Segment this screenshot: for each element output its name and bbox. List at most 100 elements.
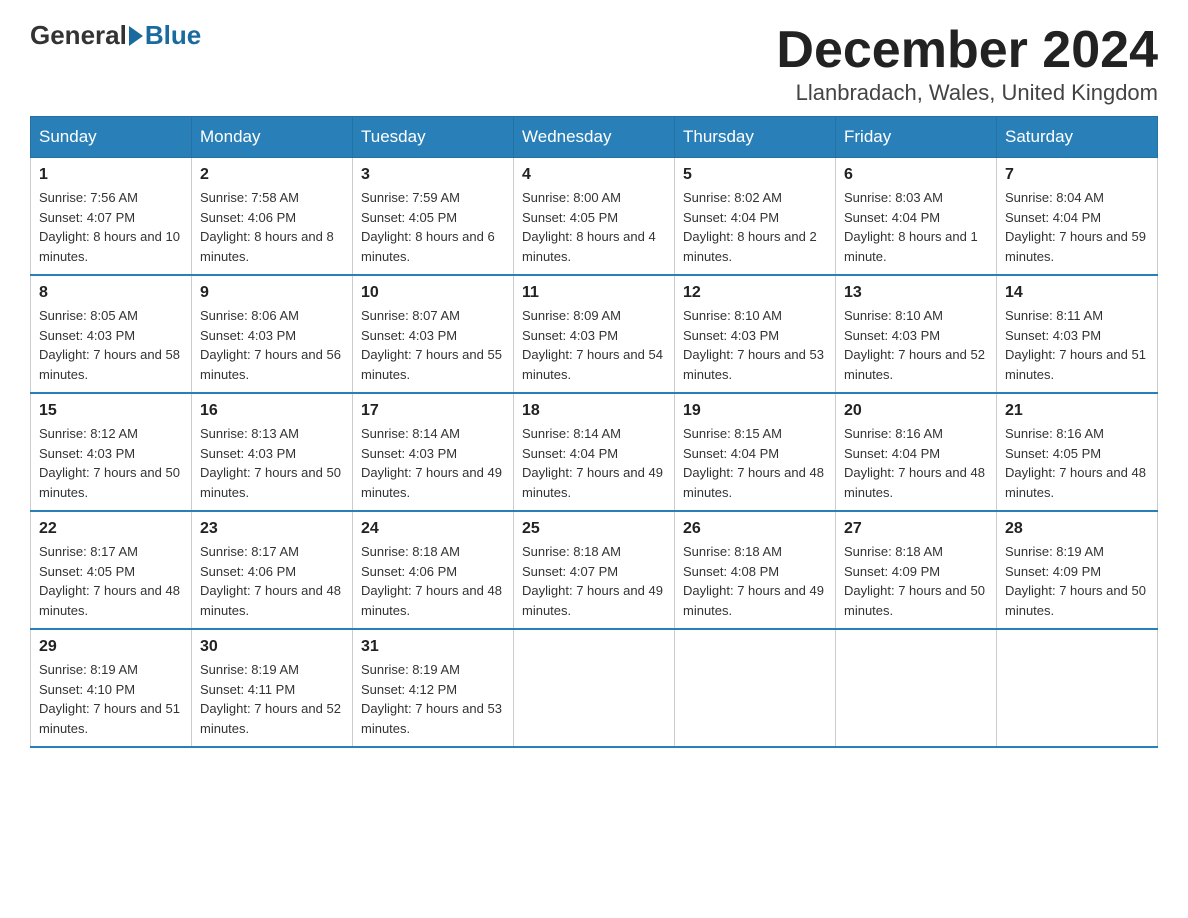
day-info: Sunrise: 8:18 AM Sunset: 4:09 PM Dayligh… xyxy=(844,544,985,618)
day-number: 23 xyxy=(200,520,344,538)
calendar-cell: 21 Sunrise: 8:16 AM Sunset: 4:05 PM Dayl… xyxy=(997,393,1158,511)
month-title: December 2024 xyxy=(776,20,1158,80)
weekday-header-friday: Friday xyxy=(836,117,997,158)
day-info: Sunrise: 8:18 AM Sunset: 4:08 PM Dayligh… xyxy=(683,544,824,618)
day-info: Sunrise: 8:18 AM Sunset: 4:06 PM Dayligh… xyxy=(361,544,502,618)
calendar-cell: 14 Sunrise: 8:11 AM Sunset: 4:03 PM Dayl… xyxy=(997,275,1158,393)
day-info: Sunrise: 8:00 AM Sunset: 4:05 PM Dayligh… xyxy=(522,190,656,264)
day-number: 20 xyxy=(844,402,988,420)
day-number: 1 xyxy=(39,166,183,184)
calendar-cell: 5 Sunrise: 8:02 AM Sunset: 4:04 PM Dayli… xyxy=(675,158,836,276)
weekday-header-thursday: Thursday xyxy=(675,117,836,158)
day-info: Sunrise: 8:19 AM Sunset: 4:10 PM Dayligh… xyxy=(39,662,180,736)
calendar-cell: 17 Sunrise: 8:14 AM Sunset: 4:03 PM Dayl… xyxy=(353,393,514,511)
day-info: Sunrise: 8:19 AM Sunset: 4:09 PM Dayligh… xyxy=(1005,544,1146,618)
day-info: Sunrise: 8:17 AM Sunset: 4:06 PM Dayligh… xyxy=(200,544,341,618)
day-number: 17 xyxy=(361,402,505,420)
calendar-cell: 29 Sunrise: 8:19 AM Sunset: 4:10 PM Dayl… xyxy=(31,629,192,747)
location-text: Llanbradach, Wales, United Kingdom xyxy=(776,80,1158,106)
calendar-cell: 15 Sunrise: 8:12 AM Sunset: 4:03 PM Dayl… xyxy=(31,393,192,511)
day-info: Sunrise: 8:07 AM Sunset: 4:03 PM Dayligh… xyxy=(361,308,502,382)
calendar-cell: 10 Sunrise: 8:07 AM Sunset: 4:03 PM Dayl… xyxy=(353,275,514,393)
day-number: 6 xyxy=(844,166,988,184)
day-info: Sunrise: 8:02 AM Sunset: 4:04 PM Dayligh… xyxy=(683,190,817,264)
day-info: Sunrise: 7:59 AM Sunset: 4:05 PM Dayligh… xyxy=(361,190,495,264)
day-number: 2 xyxy=(200,166,344,184)
calendar-cell: 7 Sunrise: 8:04 AM Sunset: 4:04 PM Dayli… xyxy=(997,158,1158,276)
calendar-cell: 23 Sunrise: 8:17 AM Sunset: 4:06 PM Dayl… xyxy=(192,511,353,629)
logo-arrow-icon xyxy=(129,26,143,46)
day-number: 10 xyxy=(361,284,505,302)
day-number: 5 xyxy=(683,166,827,184)
day-number: 12 xyxy=(683,284,827,302)
calendar-cell: 4 Sunrise: 8:00 AM Sunset: 4:05 PM Dayli… xyxy=(514,158,675,276)
day-number: 11 xyxy=(522,284,666,302)
calendar-week-3: 15 Sunrise: 8:12 AM Sunset: 4:03 PM Dayl… xyxy=(31,393,1158,511)
day-number: 9 xyxy=(200,284,344,302)
day-info: Sunrise: 7:56 AM Sunset: 4:07 PM Dayligh… xyxy=(39,190,180,264)
calendar-week-2: 8 Sunrise: 8:05 AM Sunset: 4:03 PM Dayli… xyxy=(31,275,1158,393)
calendar-cell: 30 Sunrise: 8:19 AM Sunset: 4:11 PM Dayl… xyxy=(192,629,353,747)
day-number: 18 xyxy=(522,402,666,420)
calendar-cell: 6 Sunrise: 8:03 AM Sunset: 4:04 PM Dayli… xyxy=(836,158,997,276)
logo-blue-text: Blue xyxy=(145,20,201,51)
day-info: Sunrise: 8:03 AM Sunset: 4:04 PM Dayligh… xyxy=(844,190,978,264)
calendar-cell: 18 Sunrise: 8:14 AM Sunset: 4:04 PM Dayl… xyxy=(514,393,675,511)
day-number: 30 xyxy=(200,638,344,656)
day-number: 3 xyxy=(361,166,505,184)
day-number: 15 xyxy=(39,402,183,420)
day-info: Sunrise: 8:16 AM Sunset: 4:05 PM Dayligh… xyxy=(1005,426,1146,500)
calendar-cell: 28 Sunrise: 8:19 AM Sunset: 4:09 PM Dayl… xyxy=(997,511,1158,629)
calendar-cell: 13 Sunrise: 8:10 AM Sunset: 4:03 PM Dayl… xyxy=(836,275,997,393)
weekday-header-wednesday: Wednesday xyxy=(514,117,675,158)
calendar-cell: 25 Sunrise: 8:18 AM Sunset: 4:07 PM Dayl… xyxy=(514,511,675,629)
calendar-cell: 9 Sunrise: 8:06 AM Sunset: 4:03 PM Dayli… xyxy=(192,275,353,393)
day-number: 19 xyxy=(683,402,827,420)
page-header: General Blue December 2024 Llanbradach, … xyxy=(30,20,1158,106)
day-info: Sunrise: 8:19 AM Sunset: 4:12 PM Dayligh… xyxy=(361,662,502,736)
day-number: 14 xyxy=(1005,284,1149,302)
calendar-cell: 3 Sunrise: 7:59 AM Sunset: 4:05 PM Dayli… xyxy=(353,158,514,276)
calendar-cell: 16 Sunrise: 8:13 AM Sunset: 4:03 PM Dayl… xyxy=(192,393,353,511)
calendar-week-4: 22 Sunrise: 8:17 AM Sunset: 4:05 PM Dayl… xyxy=(31,511,1158,629)
day-number: 16 xyxy=(200,402,344,420)
weekday-header-monday: Monday xyxy=(192,117,353,158)
weekday-header-tuesday: Tuesday xyxy=(353,117,514,158)
day-number: 8 xyxy=(39,284,183,302)
day-info: Sunrise: 7:58 AM Sunset: 4:06 PM Dayligh… xyxy=(200,190,334,264)
calendar-cell: 20 Sunrise: 8:16 AM Sunset: 4:04 PM Dayl… xyxy=(836,393,997,511)
calendar-cell xyxy=(836,629,997,747)
calendar-cell: 2 Sunrise: 7:58 AM Sunset: 4:06 PM Dayli… xyxy=(192,158,353,276)
day-info: Sunrise: 8:18 AM Sunset: 4:07 PM Dayligh… xyxy=(522,544,663,618)
weekday-header-saturday: Saturday xyxy=(997,117,1158,158)
day-info: Sunrise: 8:05 AM Sunset: 4:03 PM Dayligh… xyxy=(39,308,180,382)
day-number: 7 xyxy=(1005,166,1149,184)
day-number: 27 xyxy=(844,520,988,538)
day-info: Sunrise: 8:19 AM Sunset: 4:11 PM Dayligh… xyxy=(200,662,341,736)
day-info: Sunrise: 8:10 AM Sunset: 4:03 PM Dayligh… xyxy=(844,308,985,382)
day-number: 29 xyxy=(39,638,183,656)
calendar-cell: 31 Sunrise: 8:19 AM Sunset: 4:12 PM Dayl… xyxy=(353,629,514,747)
day-number: 13 xyxy=(844,284,988,302)
title-block: December 2024 Llanbradach, Wales, United… xyxy=(776,20,1158,106)
day-number: 28 xyxy=(1005,520,1149,538)
day-info: Sunrise: 8:10 AM Sunset: 4:03 PM Dayligh… xyxy=(683,308,824,382)
day-number: 31 xyxy=(361,638,505,656)
calendar-table: SundayMondayTuesdayWednesdayThursdayFrid… xyxy=(30,116,1158,748)
calendar-cell: 27 Sunrise: 8:18 AM Sunset: 4:09 PM Dayl… xyxy=(836,511,997,629)
day-info: Sunrise: 8:17 AM Sunset: 4:05 PM Dayligh… xyxy=(39,544,180,618)
weekday-header-row: SundayMondayTuesdayWednesdayThursdayFrid… xyxy=(31,117,1158,158)
day-number: 25 xyxy=(522,520,666,538)
calendar-cell: 19 Sunrise: 8:15 AM Sunset: 4:04 PM Dayl… xyxy=(675,393,836,511)
day-number: 24 xyxy=(361,520,505,538)
day-info: Sunrise: 8:09 AM Sunset: 4:03 PM Dayligh… xyxy=(522,308,663,382)
calendar-cell: 26 Sunrise: 8:18 AM Sunset: 4:08 PM Dayl… xyxy=(675,511,836,629)
calendar-week-1: 1 Sunrise: 7:56 AM Sunset: 4:07 PM Dayli… xyxy=(31,158,1158,276)
day-info: Sunrise: 8:04 AM Sunset: 4:04 PM Dayligh… xyxy=(1005,190,1146,264)
weekday-header-sunday: Sunday xyxy=(31,117,192,158)
day-number: 21 xyxy=(1005,402,1149,420)
day-info: Sunrise: 8:11 AM Sunset: 4:03 PM Dayligh… xyxy=(1005,308,1146,382)
day-info: Sunrise: 8:06 AM Sunset: 4:03 PM Dayligh… xyxy=(200,308,341,382)
calendar-cell xyxy=(675,629,836,747)
day-info: Sunrise: 8:14 AM Sunset: 4:03 PM Dayligh… xyxy=(361,426,502,500)
